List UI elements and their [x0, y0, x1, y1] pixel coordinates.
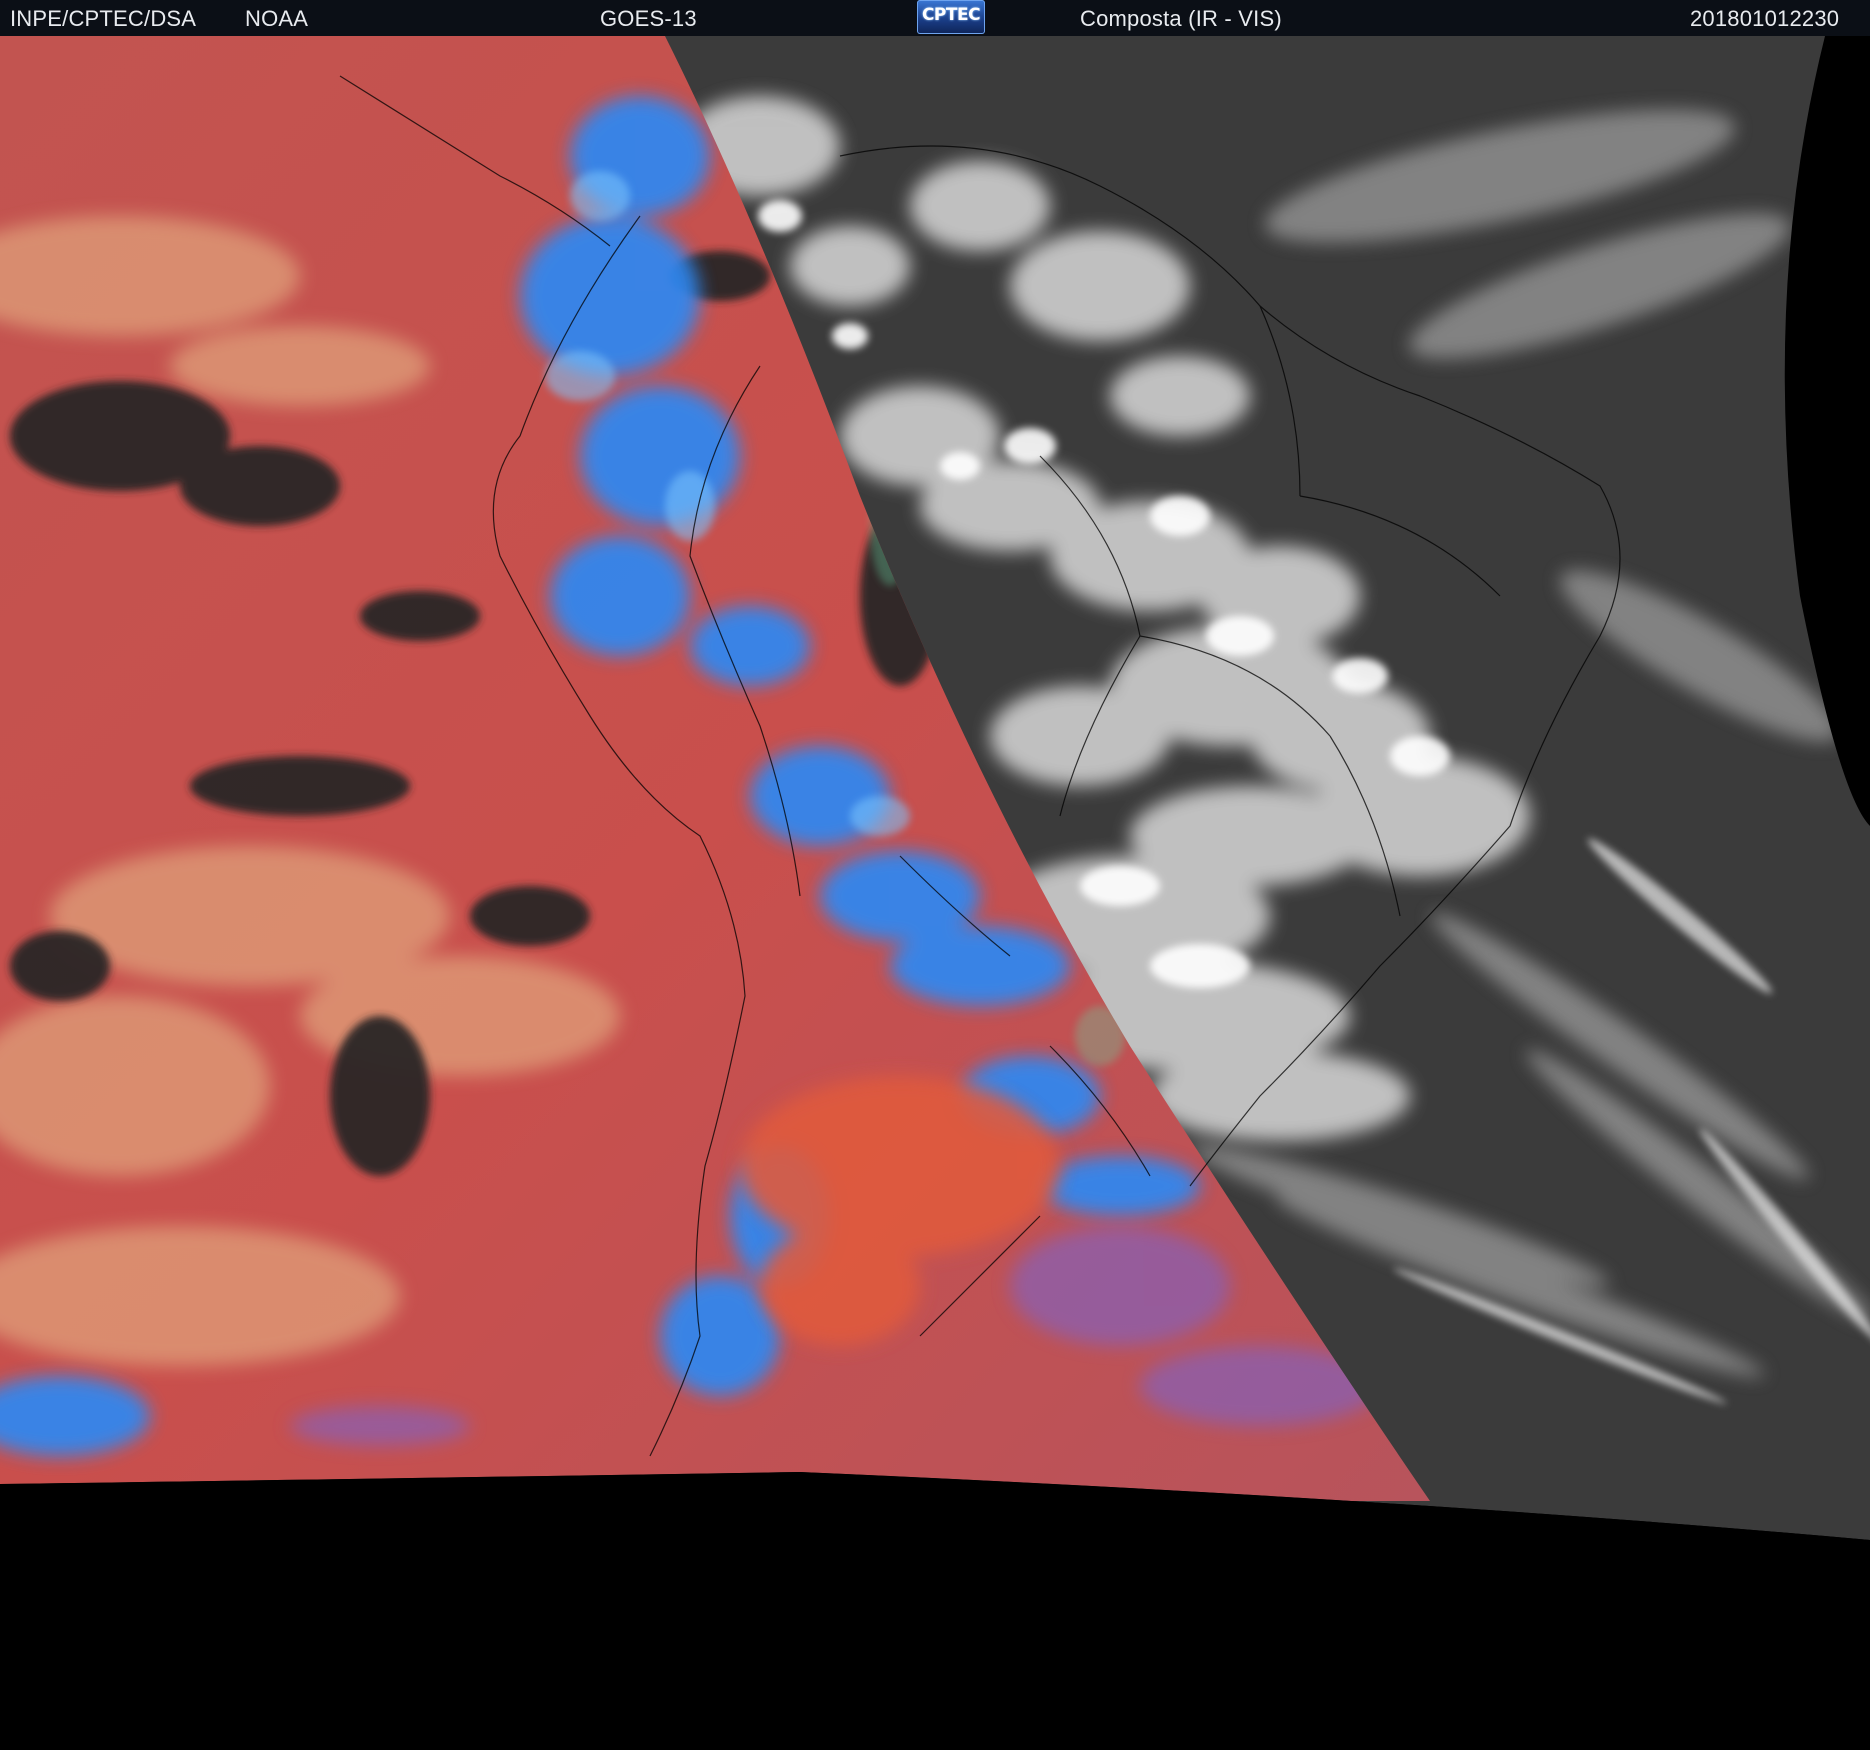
satellite-image-canvas: [0, 36, 1870, 1750]
satellite-image: [0, 36, 1870, 1750]
timestamp-label: 201801012230: [1690, 6, 1840, 31]
image-header-bar: INPE/CPTEC/DSA NOAA GOES-13 CPTEC Compos…: [0, 0, 1870, 36]
cptec-logo-icon: CPTEC: [917, 0, 985, 34]
product-label: Composta (IR - VIS): [1080, 6, 1282, 31]
satellite-label: GOES-13: [600, 6, 697, 31]
agency-label: NOAA: [245, 6, 309, 31]
source-label: INPE/CPTEC/DSA: [10, 6, 197, 31]
logo-text: CPTEC: [921, 5, 981, 25]
